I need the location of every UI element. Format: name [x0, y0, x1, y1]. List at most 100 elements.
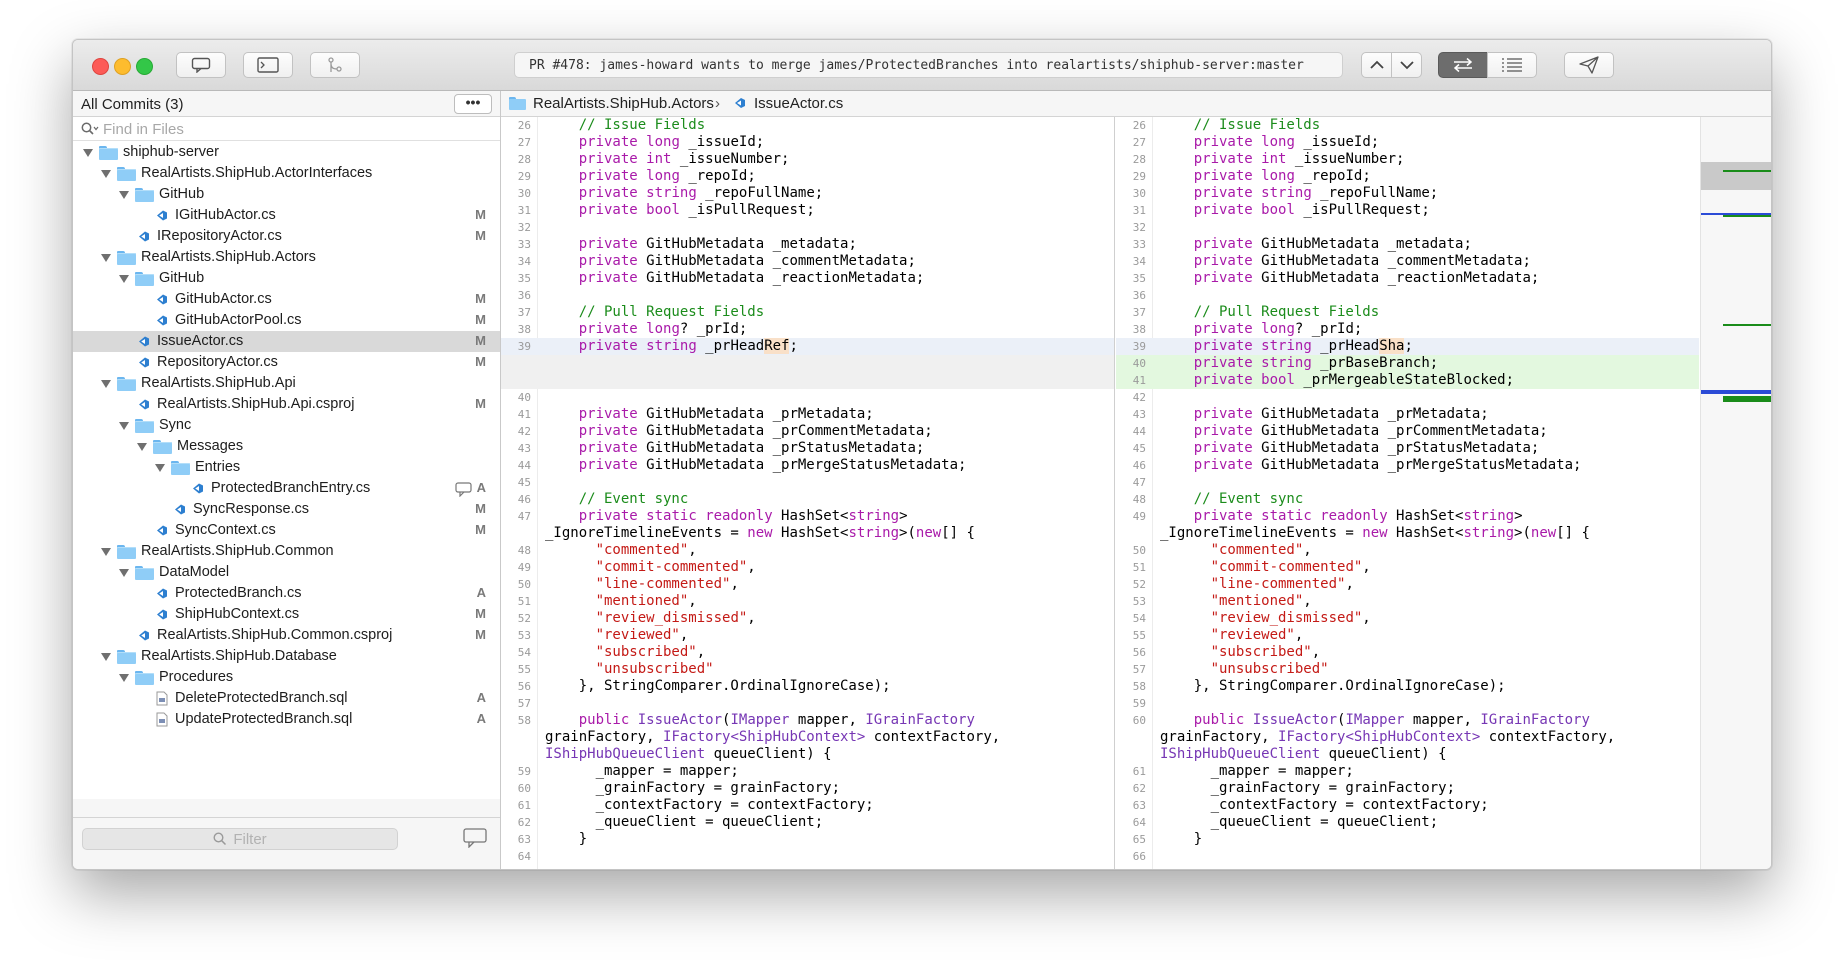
overview-viewport-thumb[interactable] [1701, 162, 1771, 190]
side-by-side-diff-button[interactable] [1438, 52, 1488, 78]
disclosure-triangle-icon[interactable] [101, 170, 111, 178]
code-line[interactable]: 36 [501, 287, 1114, 304]
diff-overview-ruler[interactable] [1700, 117, 1771, 869]
tree-folder-row[interactable]: RealArtists.ShipHub.Common [73, 541, 500, 562]
code-line[interactable]: 64 [501, 848, 1114, 865]
tree-file-row[interactable]: RepositoryActor.cs M [73, 352, 500, 373]
tree-file-row[interactable]: RealArtists.ShipHub.Api.csproj M [73, 394, 500, 415]
code-line[interactable]: 60 _grainFactory = grainFactory; [501, 780, 1114, 797]
code-line[interactable]: 38 private long? _prId; [1116, 321, 1699, 338]
disclosure-triangle-icon[interactable] [119, 275, 129, 283]
tree-file-row[interactable]: SyncResponse.cs M [73, 499, 500, 520]
next-change-button[interactable] [1391, 52, 1422, 78]
code-line[interactable]: 37 // Pull Request Fields [501, 304, 1114, 321]
code-line[interactable]: 37 // Pull Request Fields [1116, 304, 1699, 321]
code-line[interactable]: 29 private long _repoId; [501, 168, 1114, 185]
find-in-files-input[interactable] [103, 119, 483, 139]
code-line[interactable]: 33 private GitHubMetadata _metadata; [501, 236, 1114, 253]
code-line[interactable]: 49 private static readonly HashSet<strin… [1116, 508, 1699, 525]
code-line[interactable] [501, 355, 1114, 372]
code-line[interactable]: 44 private GitHubMetadata _prCommentMeta… [1116, 423, 1699, 440]
tree-folder-row[interactable]: GitHub [73, 268, 500, 289]
tree-folder-row[interactable]: RealArtists.ShipHub.Actors [73, 247, 500, 268]
code-line[interactable]: 32 [501, 219, 1114, 236]
code-line[interactable]: 27 private long _issueId; [1116, 134, 1699, 151]
code-line[interactable]: 27 private long _issueId; [501, 134, 1114, 151]
code-line[interactable]: 63 } [501, 831, 1114, 848]
code-line[interactable]: 41 private GitHubMetadata _prMetadata; [501, 406, 1114, 423]
code-line[interactable]: 66 [1116, 848, 1699, 865]
merge-toolbar-button[interactable] [310, 52, 360, 78]
code-line[interactable]: 56 }, StringComparer.OrdinalIgnoreCase); [501, 678, 1114, 695]
tree-file-row[interactable]: ProtectedBranch.cs A [73, 583, 500, 604]
comment-toolbar-button[interactable] [176, 52, 226, 78]
code-line[interactable]: 34 private GitHubMetadata _commentMetada… [501, 253, 1114, 270]
code-line[interactable]: 30 private string _repoFullName; [501, 185, 1114, 202]
tree-folder-row[interactable]: GitHub [73, 184, 500, 205]
code-line[interactable]: _IgnoreTimelineEvents = new HashSet<stri… [1116, 525, 1699, 542]
code-line[interactable]: 61 _contextFactory = contextFactory; [501, 797, 1114, 814]
code-line[interactable]: IShipHubQueueClient queueClient) { [501, 746, 1114, 763]
breadcrumb-file[interactable]: IssueActor.cs [754, 95, 843, 112]
tree-file-row[interactable]: RealArtists.ShipHub.Common.csproj M [73, 625, 500, 646]
code-line[interactable]: IShipHubQueueClient queueClient) { [1116, 746, 1699, 763]
code-line[interactable]: 47 [1116, 474, 1699, 491]
code-line[interactable]: 30 private string _repoFullName; [1116, 185, 1699, 202]
tree-folder-row[interactable]: RealArtists.ShipHub.Api [73, 373, 500, 394]
code-line[interactable]: 31 private bool _isPullRequest; [501, 202, 1114, 219]
code-line[interactable]: 45 private GitHubMetadata _prStatusMetad… [1116, 440, 1699, 457]
tree-file-row[interactable]: GitHubActor.cs M [73, 289, 500, 310]
disclosure-triangle-icon[interactable] [101, 653, 111, 661]
code-line[interactable]: 35 private GitHubMetadata _reactionMetad… [1116, 270, 1699, 287]
tree-file-row[interactable]: UpdateProtectedBranch.sql A [73, 709, 500, 730]
disclosure-triangle-icon[interactable] [119, 422, 129, 430]
unified-diff-button[interactable] [1487, 52, 1537, 78]
tree-file-row[interactable]: DeleteProtectedBranch.sql A [73, 688, 500, 709]
code-line[interactable]: 40 private string _prBaseBranch; [1116, 355, 1699, 372]
previous-change-button[interactable] [1361, 52, 1392, 78]
tree-folder-row[interactable]: Procedures [73, 667, 500, 688]
code-line[interactable]: 38 private long? _prId; [501, 321, 1114, 338]
code-line[interactable]: 53 "mentioned", [1116, 593, 1699, 610]
code-line[interactable]: 61 _mapper = mapper; [1116, 763, 1699, 780]
code-line[interactable]: 46 private GitHubMetadata _prMergeStatus… [1116, 457, 1699, 474]
code-line[interactable]: 56 "subscribed", [1116, 644, 1699, 661]
code-line[interactable]: 39 private string _prHeadSha; [1116, 338, 1699, 355]
tree-file-row[interactable]: IRepositoryActor.cs M [73, 226, 500, 247]
code-line[interactable]: 62 _queueClient = queueClient; [501, 814, 1114, 831]
tree-folder-row[interactable]: RealArtists.ShipHub.ActorInterfaces [73, 163, 500, 184]
zoom-window-button[interactable] [136, 58, 153, 75]
code-line[interactable]: 42 private GitHubMetadata _prCommentMeta… [501, 423, 1114, 440]
disclosure-triangle-icon[interactable] [119, 674, 129, 682]
disclosure-triangle-icon[interactable] [155, 464, 165, 472]
code-line[interactable]: 58 }, StringComparer.OrdinalIgnoreCase); [1116, 678, 1699, 695]
code-line[interactable]: 48 "commented", [501, 542, 1114, 559]
minimize-window-button[interactable] [114, 58, 131, 75]
code-line[interactable]: 43 private GitHubMetadata _prStatusMetad… [501, 440, 1114, 457]
code-line[interactable]: 48 // Event sync [1116, 491, 1699, 508]
code-line[interactable]: _IgnoreTimelineEvents = new HashSet<stri… [501, 525, 1114, 542]
disclosure-triangle-icon[interactable] [101, 380, 111, 388]
code-line[interactable] [501, 372, 1114, 389]
disclosure-triangle-icon[interactable] [101, 548, 111, 556]
breadcrumb-folder[interactable]: RealArtists.ShipHub.Actors [533, 95, 714, 112]
terminal-toolbar-button[interactable] [243, 52, 293, 78]
close-window-button[interactable] [92, 58, 109, 75]
tree-folder-row[interactable]: shiphub-server [73, 142, 500, 163]
filter-field[interactable]: Filter [82, 828, 398, 850]
code-line[interactable]: 35 private GitHubMetadata _reactionMetad… [501, 270, 1114, 287]
code-line[interactable]: 54 "subscribed", [501, 644, 1114, 661]
code-line[interactable]: 51 "commit-commented", [1116, 559, 1699, 576]
code-line[interactable]: 28 private int _issueNumber; [1116, 151, 1699, 168]
code-line[interactable]: 39 private string _prHeadRef; [501, 338, 1114, 355]
code-line[interactable]: 31 private bool _isPullRequest; [1116, 202, 1699, 219]
search-icon[interactable] [81, 122, 99, 136]
code-line[interactable]: 59 _mapper = mapper; [501, 763, 1114, 780]
code-line[interactable]: 28 private int _issueNumber; [501, 151, 1114, 168]
commits-selector[interactable]: All Commits (3) [81, 96, 184, 113]
disclosure-triangle-icon[interactable] [137, 443, 147, 451]
code-line[interactable]: 36 [1116, 287, 1699, 304]
tree-folder-row[interactable]: Messages [73, 436, 500, 457]
code-line[interactable]: 43 private GitHubMetadata _prMetadata; [1116, 406, 1699, 423]
code-line[interactable]: 62 _grainFactory = grainFactory; [1116, 780, 1699, 797]
